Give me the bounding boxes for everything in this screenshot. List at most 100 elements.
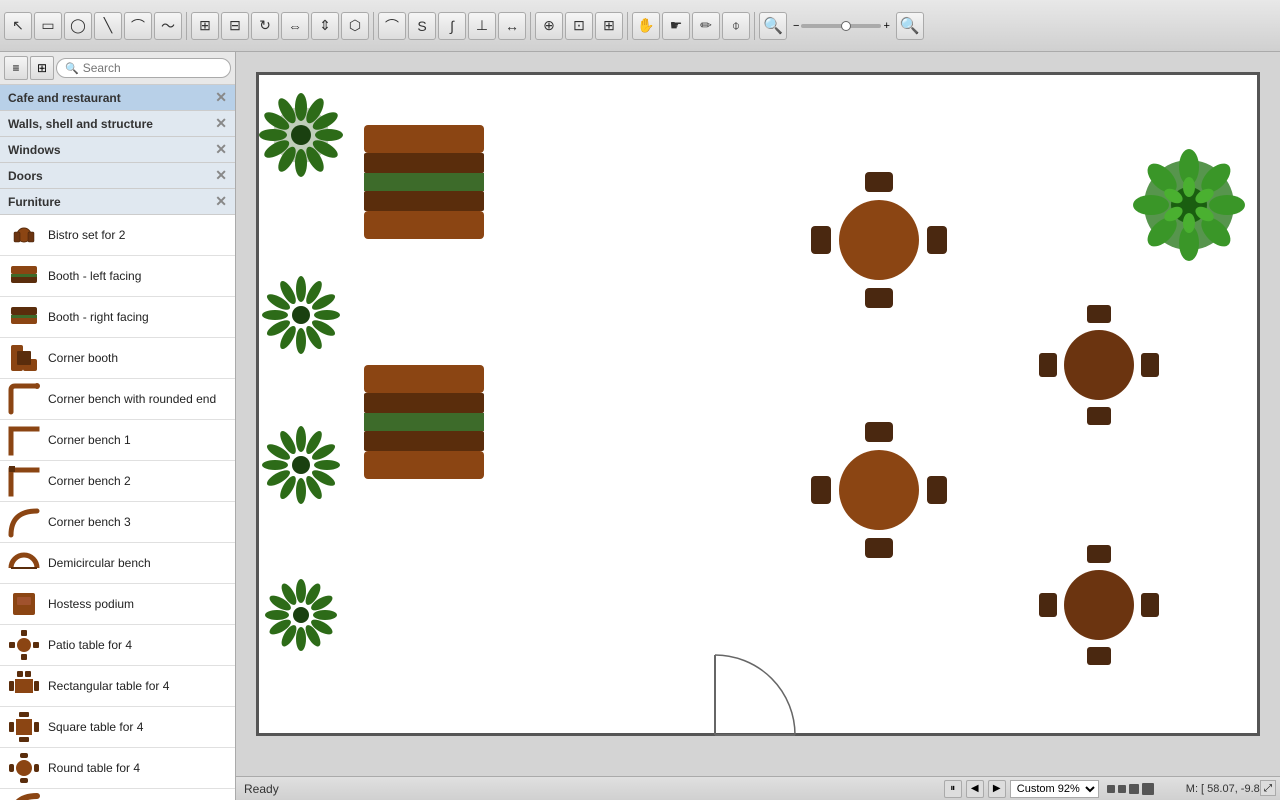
plant-4[interactable] — [265, 579, 337, 651]
furniture-item-corner-bench-3[interactable]: Corner bench 3 — [0, 502, 235, 543]
curve-tool[interactable]: ∫ — [438, 12, 466, 40]
search-input[interactable] — [83, 61, 222, 75]
arc-tool[interactable]: ⌒ — [124, 12, 152, 40]
round-table-4-icon — [8, 752, 40, 784]
mirror-tool[interactable]: ⬡ — [341, 12, 369, 40]
forward-btn[interactable]: ▶ — [988, 780, 1006, 798]
bistro-label: Bistro set for 2 — [48, 228, 125, 242]
polyline-tool[interactable]: ⌒ — [378, 12, 406, 40]
rotate-tool[interactable]: ↻ — [251, 12, 279, 40]
furniture-item-corner-booth[interactable]: Corner booth — [0, 338, 235, 379]
rect-tool[interactable]: ▭ — [34, 12, 62, 40]
booth-right-icon — [8, 301, 40, 333]
furniture-item-hostess[interactable]: Hostess podium — [0, 584, 235, 625]
category-windows[interactable]: Windows ✕ — [0, 137, 235, 163]
furniture-item-square-table[interactable]: Square table for 4 — [0, 707, 235, 748]
zoom-select[interactable]: Custom 92% — [1010, 780, 1099, 798]
door[interactable] — [715, 655, 795, 735]
flip-h-tool[interactable]: ⇔ — [281, 12, 309, 40]
grid-view-btn[interactable]: ⊞ — [30, 56, 54, 80]
category-windows-close[interactable]: ✕ — [215, 141, 227, 158]
booth-right-label: Booth - right facing — [48, 310, 149, 324]
corner-bench-3-label: Corner bench 3 — [48, 515, 131, 529]
floor-plan[interactable] — [256, 72, 1260, 736]
furniture-item-rect-table[interactable]: Rectangular table for 4 — [0, 666, 235, 707]
furniture-item-corner-counter[interactable]: Corner counter — [0, 789, 235, 800]
expand-btn[interactable]: ⤢ — [1260, 780, 1276, 796]
category-walls-label: Walls, shell and structure — [8, 117, 153, 131]
freehand-tool[interactable]: 〜 — [154, 12, 182, 40]
hand-tool[interactable]: ☛ — [662, 12, 690, 40]
category-cafe-label: Cafe and restaurant — [8, 91, 121, 105]
zoom-select-tool[interactable]: ⊞ — [595, 12, 623, 40]
select-tool[interactable]: ↖ — [4, 12, 32, 40]
line-tool[interactable]: ╲ — [94, 12, 122, 40]
ready-text: Ready — [244, 782, 279, 796]
status-bar: Ready ⏸ ◀ ▶ Custom 92% M: [ 58.07, -9.84… — [236, 776, 1280, 800]
category-walls-close[interactable]: ✕ — [215, 115, 227, 132]
demicircular-icon — [8, 547, 40, 579]
corner-bench-rounded-label: Corner bench with rounded end — [48, 392, 216, 406]
toolbar-group-5: ✋ ☛ ✏ ⌽ — [627, 12, 750, 40]
table-round-2[interactable] — [1039, 305, 1159, 425]
booth-1[interactable] — [364, 125, 484, 239]
circle-tool[interactable]: ◯ — [64, 12, 92, 40]
search-icon: 🔍 — [65, 62, 79, 75]
plant-succulent[interactable] — [1133, 149, 1245, 261]
patio-label: Patio table for 4 — [48, 638, 132, 652]
furniture-item-patio[interactable]: Patio table for 4 — [0, 625, 235, 666]
measure-tool[interactable]: ✏ — [692, 12, 720, 40]
search-box[interactable]: 🔍 — [56, 58, 231, 78]
booth-2[interactable] — [364, 365, 484, 479]
category-cafe[interactable]: Cafe and restaurant ✕ — [0, 85, 235, 111]
grid-tool[interactable]: ⊟ — [221, 12, 249, 40]
plant-2[interactable] — [262, 276, 340, 354]
corner-bench-3-icon — [8, 506, 40, 538]
toolbar-group-6: 🔍 − + 🔍 — [754, 12, 924, 40]
main-layout: ≡ ⊞ 🔍 Cafe and restaurant ✕ Walls, shell… — [0, 52, 1280, 800]
zoom-fit-tool[interactable]: ⊡ — [565, 12, 593, 40]
category-doors-label: Doors — [8, 169, 43, 183]
category-doors-close[interactable]: ✕ — [215, 167, 227, 184]
zoom-in-tool[interactable]: 🔍 — [896, 12, 924, 40]
category-walls[interactable]: Walls, shell and structure ✕ — [0, 111, 235, 137]
furniture-item-corner-bench-2[interactable]: Corner bench 2 — [0, 461, 235, 502]
snap-tool[interactable]: ⊞ — [191, 12, 219, 40]
dimension-tool[interactable]: ↔ — [498, 12, 526, 40]
zoom-region-tool[interactable]: ⊕ — [535, 12, 563, 40]
corner-bench-2-label: Corner bench 2 — [48, 474, 131, 488]
furniture-item-booth-right[interactable]: Booth - right facing — [0, 297, 235, 338]
node-tool[interactable]: ⊥ — [468, 12, 496, 40]
category-furniture[interactable]: Furniture ✕ — [0, 189, 235, 215]
table-round-4[interactable] — [1039, 545, 1159, 665]
plant-1[interactable] — [259, 93, 343, 177]
prev-page-btn[interactable]: ⏸ — [944, 780, 962, 798]
furniture-item-bistro[interactable]: Bistro set for 2 — [0, 215, 235, 256]
table-round-1[interactable] — [811, 172, 947, 308]
rect-table-icon — [8, 670, 40, 702]
zoom-out-tool[interactable]: 🔍 — [759, 12, 787, 40]
canvas[interactable] — [236, 52, 1280, 776]
furniture-item-corner-bench-rounded[interactable]: Corner bench with rounded end — [0, 379, 235, 420]
bezier-tool[interactable]: S — [408, 12, 436, 40]
furniture-list: Bistro set for 2 Booth - left facing — [0, 215, 235, 800]
canvas-container: Ready ⏸ ◀ ▶ Custom 92% M: [ 58.07, -9.84… — [236, 52, 1280, 800]
category-furniture-close[interactable]: ✕ — [215, 193, 227, 210]
back-btn[interactable]: ◀ — [966, 780, 984, 798]
furniture-item-booth-left[interactable]: Booth - left facing — [0, 256, 235, 297]
zoom-slider[interactable]: − + — [793, 20, 890, 32]
list-view-btn[interactable]: ≡ — [4, 56, 28, 80]
furniture-item-round-table-4[interactable]: Round table for 4 — [0, 748, 235, 789]
corner-bench-2-icon — [8, 465, 40, 497]
sidebar-header: ≡ ⊞ 🔍 — [0, 52, 235, 85]
furniture-item-demicircular[interactable]: Demicircular bench — [0, 543, 235, 584]
category-cafe-close[interactable]: ✕ — [215, 89, 227, 106]
furniture-item-corner-bench-1[interactable]: Corner bench 1 — [0, 420, 235, 461]
table-round-3[interactable] — [811, 422, 947, 558]
category-doors[interactable]: Doors ✕ — [0, 163, 235, 189]
eyedrop-tool[interactable]: ⌽ — [722, 12, 750, 40]
plant-3[interactable] — [262, 426, 340, 504]
pan-tool[interactable]: ✋ — [632, 12, 660, 40]
booth-left-icon — [8, 260, 40, 292]
flip-v-tool[interactable]: ⇕ — [311, 12, 339, 40]
